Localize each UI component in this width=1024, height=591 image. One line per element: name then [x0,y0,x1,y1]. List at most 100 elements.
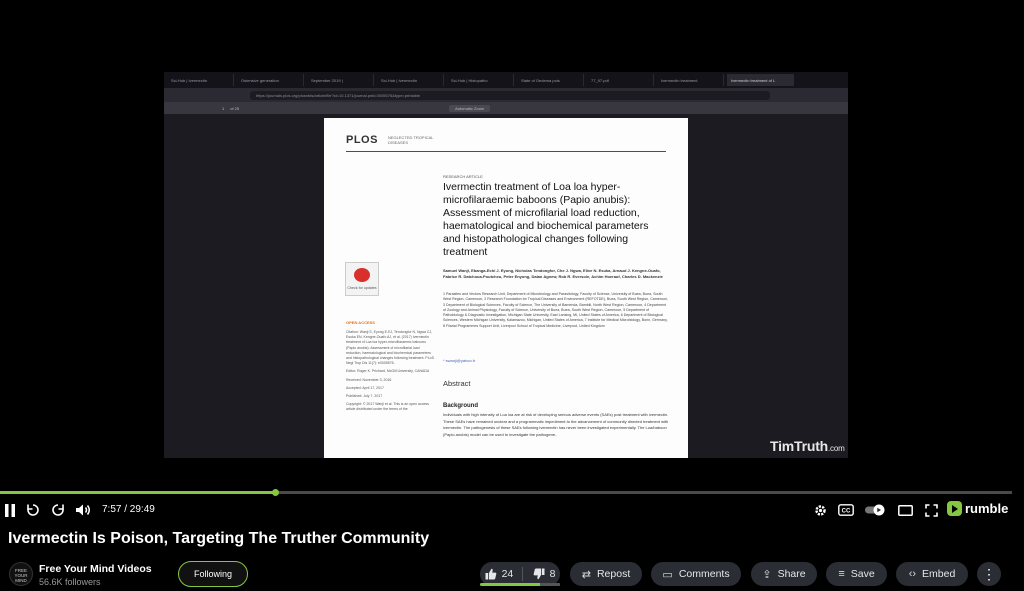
browser-tab: September 2019 | [307,74,374,86]
fullscreen-button[interactable] [922,502,940,518]
pdf-zoom: Automatic Zoom [449,104,491,112]
browser-url: https://journals.plos.org/plosntds/artic… [250,90,770,100]
theater-icon [897,504,913,516]
browser-tab-bar: Sci-Hub | Ivermectin Ostensive generatio… [164,72,848,88]
dislike-ratio-fill [540,583,560,586]
video-watermark: TimTruth.com [770,438,845,454]
pause-icon [5,503,15,517]
pdf-page-number: 1 [222,105,225,111]
forward-icon [52,504,64,516]
watermark-text: TimTruth [770,438,829,454]
like-count: 24 [501,568,514,580]
header-rule [346,151,666,152]
pause-button[interactable] [3,502,17,518]
background-text: Individuals with high intensity of Loa l… [443,412,669,437]
save-label: Save [850,568,875,580]
journal-logo: PLOS [346,134,378,146]
time-display: 7:57 / 29:49 [102,504,155,515]
editor-text: Editor: Roger K. Prichard, McGill Univer… [346,369,430,374]
published-date: Published: July 7, 2017 [346,394,383,399]
forward-button[interactable] [50,502,66,518]
browser-tab: Ivermectin treatment [657,74,724,86]
video-frame: Sci-Hub | Ivermectin Ostensive generatio… [164,72,848,458]
following-button[interactable]: Following [178,561,248,587]
comments-label: Comments [678,568,730,580]
repost-button[interactable]: ⇄ Repost [570,562,642,586]
check-updates-label: Check for updates [347,286,377,290]
like-button[interactable]: 24 [485,568,514,580]
playlist-add-icon: ≡ [838,568,845,580]
seek-bar-handle[interactable] [272,489,280,496]
pdf-toolbar: 1 of 25 Automatic Zoom [164,102,848,114]
fullscreen-icon [924,503,938,517]
browser-tab: State of Oedema pois [517,74,584,86]
seek-bar[interactable] [0,489,1012,496]
received-date: Received: November 3, 2016 [346,377,392,382]
pdf-page-total: of 25 [230,105,240,111]
copyright-text: Copyright: © 2017 Wanji et al. This is a… [346,402,429,412]
rumble-play-icon [947,501,962,516]
rewind-icon [27,504,39,516]
share-icon: ⇪ [762,568,772,581]
accepted-date: Accepted: April 17, 2017 [346,385,384,390]
follower-count: 56.6K followers [39,577,101,587]
browser-tab: Sci-Hub | Histopatho [447,74,514,86]
abstract-heading: Abstract [443,379,471,388]
dislike-count: 8 [549,568,556,580]
check-updates-badge: Check for updates [345,262,379,296]
dislike-button[interactable]: 8 [533,568,556,580]
embed-label: Embed [922,568,956,580]
article-type: RESEARCH ARTICLE [443,174,483,179]
svg-text:CC: CC [842,509,851,515]
theater-mode-button[interactable] [896,502,914,518]
browser-tab-active: Ivermectin treatment of L [727,74,794,86]
browser-tab: Sci-Hub | Ivermectin [167,74,234,86]
pdf-page: PLOS NEGLECTED TROPICAL DISEASES RESEARC… [324,118,688,458]
background-heading: Background [443,403,479,409]
repost-icon: ⇄ [581,568,591,581]
volume-button[interactable] [74,502,92,518]
comments-button[interactable]: ▭ Comments [651,562,741,586]
corresponding-email: * swanji@yahoo.fr [443,358,476,363]
seek-bar-played [0,491,276,494]
journal-subtitle: NEGLECTED TROPICAL DISEASES [388,135,434,145]
volume-icon [75,504,90,516]
settings-button[interactable] [812,502,828,518]
crossmark-icon [354,268,370,282]
captions-icon: CC [838,504,854,516]
video-player[interactable]: Sci-Hub | Ivermectin Ostensive generatio… [0,0,1024,490]
comment-icon: ▭ [662,568,673,581]
browser-url-bar: https://journals.plos.org/plosntds/artic… [164,88,848,102]
like-ratio-bar [480,583,560,586]
video-title: Ivermectin Is Poison, Targeting The Trut… [8,530,430,547]
rumble-logo[interactable]: rumble [947,501,1008,516]
article-title: Ivermectin treatment of Loa loa hyper-mi… [443,181,649,258]
browser-tab: Sci-Hub | Ivermectin [377,74,444,86]
article-affiliations: 1 Parasites and Vectors Research Unit, D… [443,292,668,328]
toggle-icon [865,504,885,516]
article-authors: Samuel Wanji, Ebanga-Echi J. Eyong, Nich… [443,268,663,279]
browser-tab: 77_97.pdf [587,74,654,86]
open-access-label: OPEN ACCESS [346,320,375,325]
channel-avatar[interactable]: FREE YOUR MIND [9,562,33,586]
more-vertical-icon: ⋮ [982,565,996,582]
share-button[interactable]: ⇪ Share [751,562,817,586]
repost-label: Repost [596,568,631,580]
citation-text: Citation: Wanji S, Eyong E-EJ, Tendongfo… [346,330,434,366]
more-options-button[interactable]: ⋮ [977,562,1001,586]
rumble-wordmark: rumble [965,501,1009,516]
browser-tab: Ostensive generation [237,74,304,86]
article-metadata: Citation: Wanji S, Eyong E-EJ, Tendongfo… [346,330,434,413]
rewind-button[interactable] [25,502,41,518]
player-controls: 7:57 / 29:49 CC rumble [0,497,1024,523]
captions-button[interactable]: CC [837,502,855,518]
save-button[interactable]: ≡ Save [826,562,887,586]
thumbs-down-icon [533,568,545,580]
autoplay-toggle[interactable] [863,502,887,518]
gear-icon [814,504,826,516]
share-label: Share [777,568,806,580]
code-icon: ‹› [908,568,917,580]
channel-name[interactable]: Free Your Mind Videos [39,563,152,575]
embed-button[interactable]: ‹› Embed [896,562,968,586]
vote-divider [522,567,524,581]
